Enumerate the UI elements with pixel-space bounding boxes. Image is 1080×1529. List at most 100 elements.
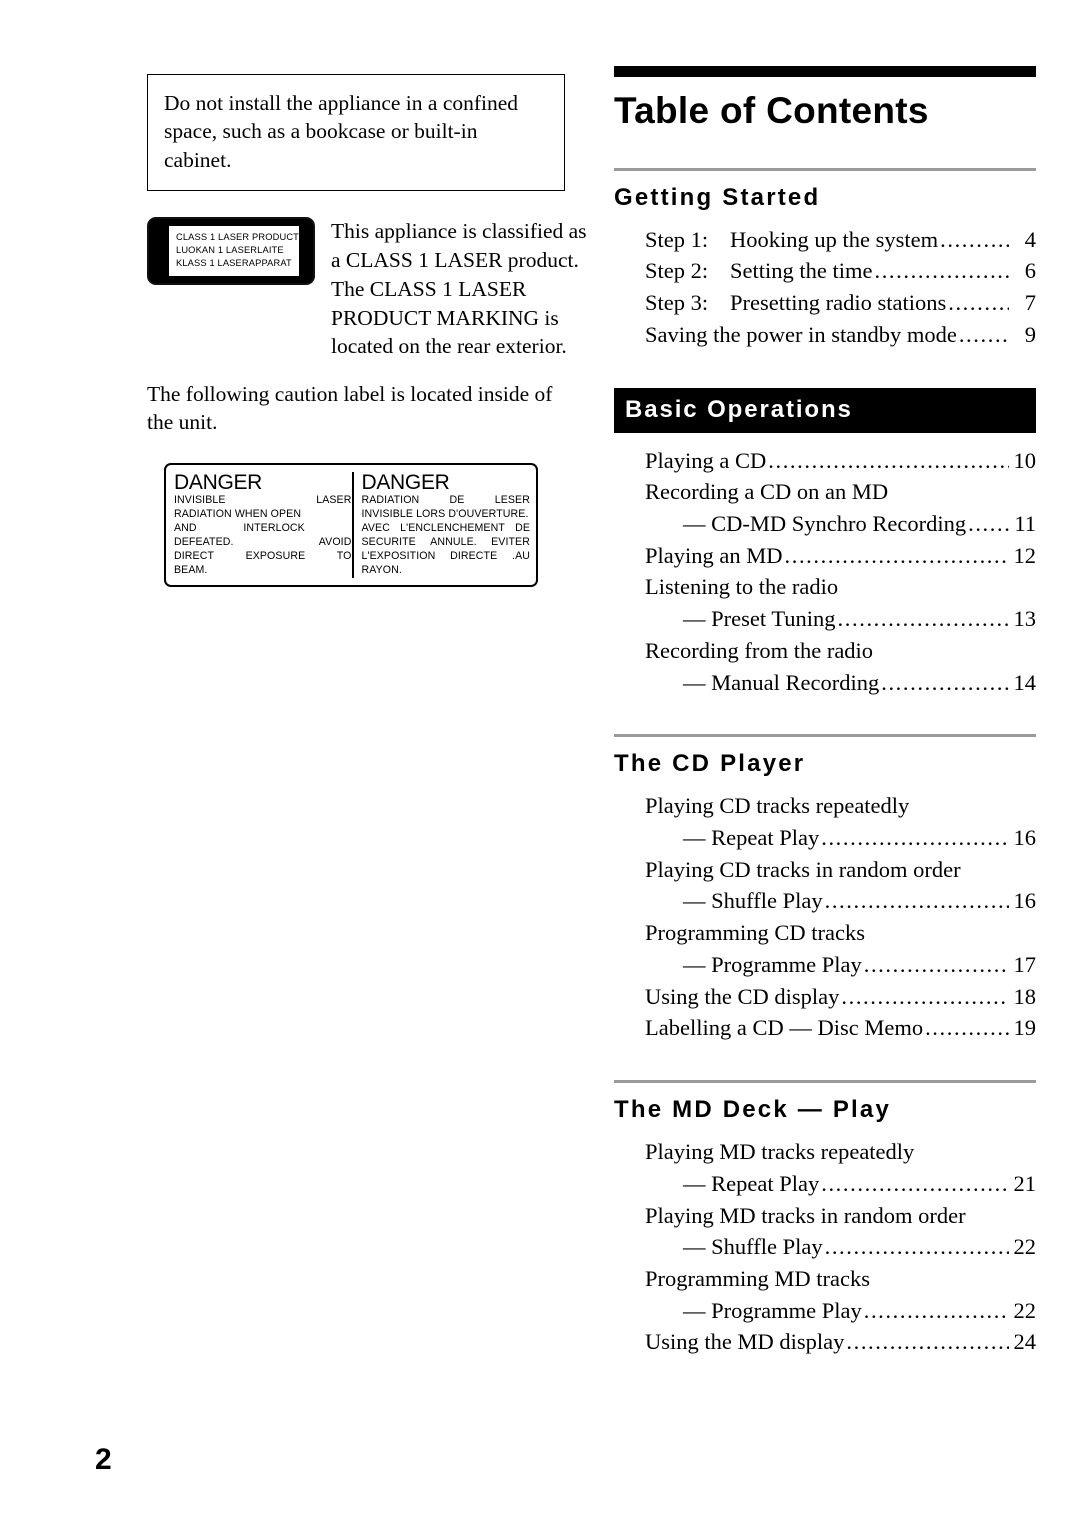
toc-entry-label: Labelling a CD — Disc Memo <box>645 1015 924 1041</box>
danger-en-line-3: AND INTERLOCK <box>174 522 305 535</box>
toc-leader-dots: ........................................… <box>841 983 1009 1009</box>
section-heading: Getting Started <box>614 183 821 211</box>
toc-entry[interactable]: — Programme Play........................… <box>645 1295 1036 1327</box>
section-heading: The MD Deck — Play <box>614 1096 892 1124</box>
toc-entry[interactable]: Playing CD tracks repeatedly <box>645 790 1036 822</box>
toc-entry-step-prefix: Step 2: <box>645 258 709 284</box>
toc-entry[interactable]: Recording from the radio <box>645 635 1036 667</box>
danger-fr-line-1: RADIATION DE LESER <box>361 494 530 507</box>
toc-entry[interactable]: Step 1: Hooking up the system............… <box>645 224 1036 256</box>
toc-entry-page-number: 22 <box>1013 1234 1037 1260</box>
installation-notice-text: Do not install the appliance in a confin… <box>164 91 519 172</box>
toc-sections: Getting Started Step 1: Hooking up the sys… <box>614 167 1036 1358</box>
toc-entry-page-number: 13 <box>1013 606 1037 632</box>
toc-entry-label-group: — Repeat Play <box>683 1168 819 1200</box>
toc-entry[interactable]: — Shuffle Play..........................… <box>645 1231 1036 1263</box>
toc-entry[interactable]: — Repeat Play...........................… <box>645 1168 1036 1200</box>
toc-entry[interactable]: Labelling a CD — Disc Memo..............… <box>645 1012 1036 1044</box>
toc-section: The CD Player Playing CD tracks repeatedl… <box>614 734 1036 1044</box>
toc-entry-page-number: 18 <box>1013 983 1037 1009</box>
danger-en-line-4: DEFEATED. AVOID <box>174 536 352 549</box>
caution-label-intro: The following caution label is located i… <box>147 382 553 435</box>
toc-entry[interactable]: Playing MD tracks repeatedly <box>645 1136 1036 1168</box>
toc-entry-label-group: — Shuffle Play <box>683 885 823 917</box>
section-rule <box>614 167 1036 171</box>
toc-entry-page-number: 16 <box>1013 825 1037 851</box>
toc-entry[interactable]: Listening to the radio <box>645 571 1036 603</box>
toc-entry[interactable]: Programming MD tracks <box>645 1263 1036 1295</box>
toc-entry-label-group: Saving the power in standby mode <box>645 319 957 351</box>
page-number: 2 <box>95 1443 112 1476</box>
toc-entry[interactable]: Playing a CD............................… <box>645 445 1036 477</box>
toc-entry-label-group: Using the CD display <box>645 981 839 1013</box>
toc-entry[interactable]: — CD-MD Synchro Recording...............… <box>645 508 1036 540</box>
page-title: Table of Contents <box>614 90 929 131</box>
toc-entry-label-group: — Shuffle Play <box>683 1231 823 1263</box>
toc-leader-dots: ........................................… <box>968 511 1009 536</box>
laser-text-line-5: located on the rear exterior. <box>331 334 567 359</box>
section-heading: Basic Operations <box>614 387 1036 433</box>
toc-entry[interactable]: — Repeat Play...........................… <box>645 822 1036 854</box>
toc-entry-page-number: 9 <box>1024 321 1036 347</box>
toc-entry-label: Playing CD tracks in random order <box>645 856 961 882</box>
toc-entry-label: Using the CD display <box>645 983 840 1009</box>
toc-entry-page-number: 4 <box>1024 226 1036 252</box>
section-rule <box>614 734 1036 738</box>
left-column: Do not install the appliance in a confin… <box>147 74 587 588</box>
toc-entry-label-group: Step 3: Presetting radio stations <box>645 287 946 319</box>
laser-text-line-3: The CLASS 1 LASER <box>331 276 527 301</box>
toc-entry-label: — Shuffle Play <box>683 1234 823 1260</box>
toc-entry-page-number: 17 <box>1013 951 1037 977</box>
laser-text-line-1: This appliance is classified as <box>331 219 587 244</box>
toc-leader-dots: ........................................… <box>824 888 1009 914</box>
toc-entry[interactable]: Using the MD display....................… <box>645 1326 1036 1358</box>
toc-leader-dots: ........................................… <box>821 825 1009 851</box>
toc-entry-label-group: Using the MD display <box>645 1326 844 1358</box>
toc-entry[interactable]: Playing CD tracks in random order <box>645 854 1036 886</box>
toc-entry[interactable]: Playing MD tracks in random order <box>645 1200 1036 1232</box>
toc-entry-label-group: — Manual Recording <box>683 667 879 699</box>
toc-entry-label: — CD-MD Synchro Recording <box>683 511 967 536</box>
toc-entry-label: Saving the power in standby mode <box>645 321 957 347</box>
toc-entry[interactable]: Saving the power in standby mode........… <box>645 319 1036 351</box>
toc-entry-step-prefix: Step 1: <box>645 226 709 252</box>
toc-entry[interactable]: Step 2: Setting the time.................… <box>645 255 1036 287</box>
toc-entry[interactable]: Playing an MD...........................… <box>645 540 1036 572</box>
toc-entry-list: Step 1: Hooking up the system............… <box>614 224 1036 351</box>
danger-en-line-6: BEAM. <box>174 564 208 577</box>
toc-entry-label: — Programme Play <box>683 1297 862 1323</box>
danger-caution-label: DANGER INVISIBLE LASER RADIATION WHEN OPE… <box>164 462 538 588</box>
danger-pane-english: DANGER INVISIBLE LASER RADIATION WHEN OPE… <box>174 471 352 578</box>
laser-label-inner: CLASS 1 LASER PRODUCT LUOKAN 1 LASERLAIT… <box>152 222 310 281</box>
toc-entry-label-group: — Programme Play <box>683 1295 862 1327</box>
toc-entry[interactable]: — Preset Tuning.........................… <box>645 603 1036 635</box>
toc-entry-label-group: — Programme Play <box>683 949 862 981</box>
toc-entry-label-group: — Repeat Play <box>683 822 819 854</box>
toc-leader-dots: ........................................… <box>881 669 1009 695</box>
toc-entry[interactable]: — Manual Recording......................… <box>645 667 1036 699</box>
toc-entry[interactable]: Programming CD tracks <box>645 917 1036 949</box>
toc-entry[interactable]: — Programme Play........................… <box>645 949 1036 981</box>
toc-leader-dots: ........................................… <box>824 1234 1009 1260</box>
toc-entry-label-group: — CD-MD Synchro Recording <box>683 508 966 540</box>
toc-entry-label-group: — Preset Tuning <box>683 603 836 635</box>
toc-entry[interactable]: — Shuffle Play..........................… <box>645 885 1036 917</box>
toc-entry-label-group: Playing a CD <box>645 445 766 477</box>
toc-entry-label: Programming CD tracks <box>645 920 865 946</box>
toc-entry[interactable]: Using the CD display....................… <box>645 981 1036 1013</box>
toc-entry-label: — Preset Tuning <box>683 606 836 632</box>
toc-entry-label: Listening to the radio <box>645 574 839 600</box>
toc-entry-label-group: Step 2: Setting the time <box>645 255 872 287</box>
toc-entry-page-number: 10 <box>1013 447 1037 473</box>
toc-entry-page-number: 21 <box>1013 1170 1037 1196</box>
toc-entry[interactable]: Recording a CD on an MD <box>645 476 1036 508</box>
toc-leader-dots: ........................................… <box>784 542 1010 568</box>
section-heading: The CD Player <box>614 750 806 778</box>
toc-entry-list: Playing a CD............................… <box>614 445 1036 699</box>
toc-leader-dots: ........................................… <box>863 1297 1009 1323</box>
danger-heading-french: DANGER <box>361 470 450 494</box>
toc-entry[interactable]: Step 3: Presetting radio stations........… <box>645 287 1036 319</box>
toc-leader-dots: ........................................… <box>925 1015 1009 1041</box>
laser-label-line-3: KLASS 1 LASERAPPARAT <box>176 258 292 269</box>
toc-entry-step-prefix: Step 3: <box>645 290 709 316</box>
